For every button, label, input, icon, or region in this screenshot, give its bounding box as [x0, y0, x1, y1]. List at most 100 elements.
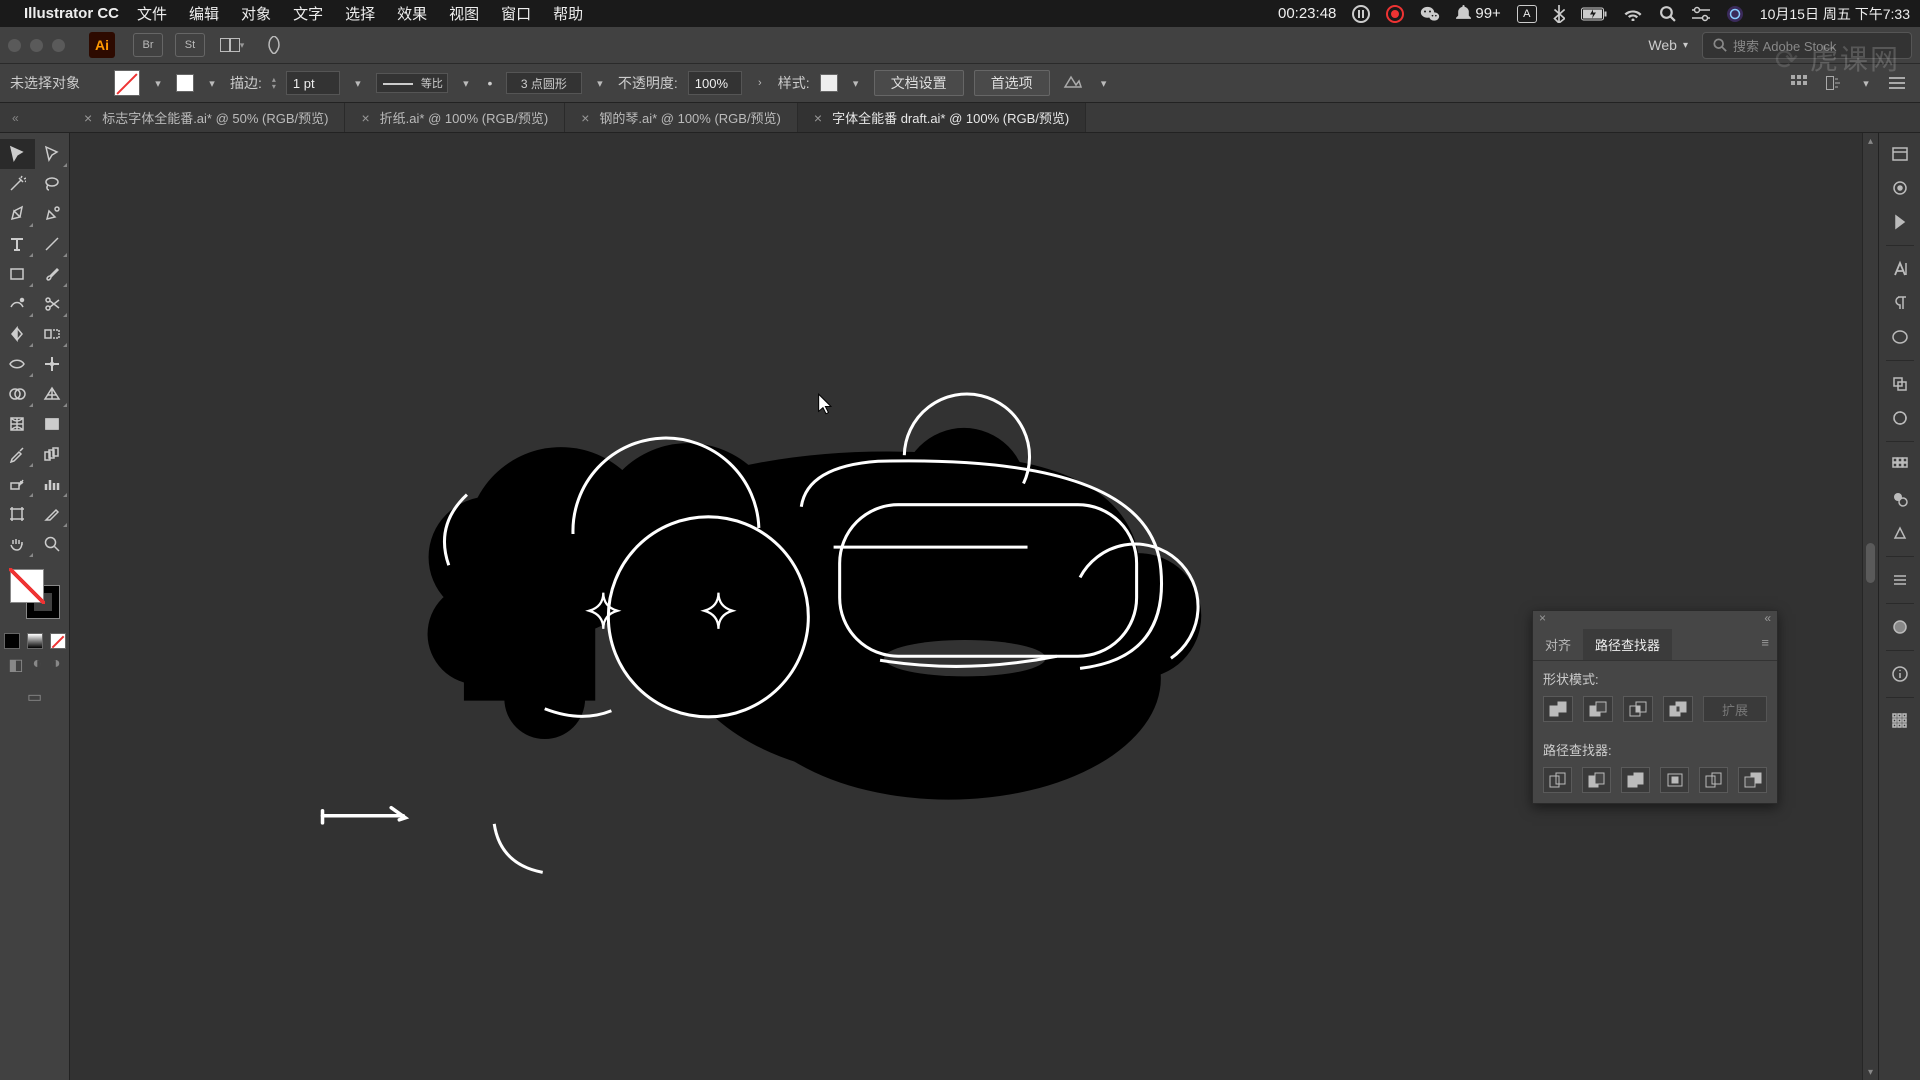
- input-source-icon[interactable]: A: [1517, 5, 1537, 23]
- exclude-button[interactable]: [1663, 696, 1693, 722]
- menu-view[interactable]: 视图: [449, 3, 479, 24]
- panel-menu-icon[interactable]: [1884, 70, 1910, 96]
- selection-tool[interactable]: [0, 139, 35, 169]
- menu-help[interactable]: 帮助: [553, 3, 583, 24]
- draw-behind-icon[interactable]: ◑: [51, 655, 61, 675]
- rectangle-tool[interactable]: [0, 259, 35, 289]
- window-traffic-lights[interactable]: [8, 39, 65, 52]
- swatches-panel-icon[interactable]: [1885, 450, 1915, 480]
- opentype-panel-icon[interactable]: [1885, 322, 1915, 352]
- essentials-grid-icon[interactable]: [1786, 70, 1812, 96]
- transform-panel-icon[interactable]: [1885, 369, 1915, 399]
- slice-tool[interactable]: [35, 499, 70, 529]
- doc-tab-3[interactable]: ×字体全能番 draft.ai* @ 100% (RGB/预览): [798, 103, 1086, 132]
- stroke-dropdown-icon[interactable]: ▾: [204, 77, 220, 90]
- close-tab-icon[interactable]: ×: [581, 110, 589, 126]
- menu-effect[interactable]: 效果: [397, 3, 427, 24]
- info-panel-icon[interactable]: [1885, 659, 1915, 689]
- align-panel-icon[interactable]: [1885, 706, 1915, 736]
- opacity-field[interactable]: 100%: [688, 71, 742, 95]
- brushes-panel-icon[interactable]: [1885, 484, 1915, 514]
- stroke-panel-icon[interactable]: [1885, 565, 1915, 595]
- record-dot-icon[interactable]: [1386, 5, 1404, 23]
- menu-type[interactable]: 文字: [293, 3, 323, 24]
- tab-pathfinder[interactable]: 路径查找器: [1583, 629, 1672, 660]
- bridge-icon[interactable]: Br: [133, 33, 163, 57]
- scroll-up-icon[interactable]: ▴: [1863, 133, 1878, 149]
- change-screen-mode[interactable]: ▭: [27, 687, 42, 707]
- appearance-panel-icon[interactable]: [1885, 403, 1915, 433]
- curvature-tool[interactable]: [35, 199, 70, 229]
- search-stock-input[interactable]: 搜索 Adobe Stock: [1702, 32, 1912, 59]
- control-center-icon[interactable]: [1692, 6, 1710, 22]
- color-mode-row[interactable]: [0, 633, 69, 649]
- menu-select[interactable]: 选择: [345, 3, 375, 24]
- gradient-tool[interactable]: [35, 409, 70, 439]
- lasso-tool[interactable]: [35, 169, 70, 199]
- panel-menu-icon[interactable]: ≡: [1753, 629, 1777, 660]
- document-setup-button[interactable]: 文档设置: [874, 70, 964, 96]
- tab-align[interactable]: 对齐: [1533, 629, 1583, 660]
- fill-dropdown-icon[interactable]: ▾: [150, 77, 166, 90]
- doc-tab-2[interactable]: ×钢的琴.ai* @ 100% (RGB/预览): [565, 103, 798, 132]
- pathfinder-panel[interactable]: ×« 对齐 路径查找器 ≡ 形状模式: 扩展 路径查找器:: [1532, 610, 1778, 804]
- screen-mode-icon[interactable]: ◧: [8, 655, 23, 675]
- wechat-icon[interactable]: [1420, 5, 1440, 23]
- intersect-button[interactable]: [1623, 696, 1653, 722]
- spotlight-icon[interactable]: [1659, 5, 1676, 22]
- pen-tool[interactable]: [0, 199, 35, 229]
- menu-object[interactable]: 对象: [241, 3, 271, 24]
- hand-tool[interactable]: [0, 529, 35, 559]
- transform-hud-icon[interactable]: [1822, 70, 1848, 96]
- wifi-icon[interactable]: [1623, 6, 1643, 21]
- close-tab-icon[interactable]: ×: [84, 110, 92, 126]
- width-tool[interactable]: [0, 349, 35, 379]
- perspective-tool[interactable]: [35, 379, 70, 409]
- clock-datetime[interactable]: 10月15日 周五 下午7:33: [1760, 4, 1910, 24]
- panel-close-icon[interactable]: ×: [1539, 611, 1546, 629]
- magic-wand-tool[interactable]: [0, 169, 35, 199]
- app-name[interactable]: Illustrator CC: [24, 5, 119, 22]
- divide-button[interactable]: [1543, 767, 1572, 793]
- battery-icon[interactable]: [1581, 7, 1607, 21]
- menu-window[interactable]: 窗口: [501, 3, 531, 24]
- artboard-tool[interactable]: [0, 499, 35, 529]
- properties-panel-icon[interactable]: [1885, 139, 1915, 169]
- preferences-button[interactable]: 首选项: [974, 70, 1050, 96]
- direct-selection-tool[interactable]: [35, 139, 70, 169]
- notification-icon[interactable]: 99+: [1456, 5, 1500, 22]
- crop-button[interactable]: [1660, 767, 1689, 793]
- close-tab-icon[interactable]: ×: [361, 110, 369, 126]
- reflect-tool[interactable]: [35, 319, 70, 349]
- stroke-weight-field[interactable]: 1 pt: [286, 71, 340, 95]
- brush-profile-dropdown[interactable]: 3 点圆形: [506, 72, 582, 94]
- arrange-docs-icon[interactable]: ▾: [217, 33, 247, 57]
- paragraph-panel-icon[interactable]: [1885, 288, 1915, 318]
- type-tool[interactable]: [0, 229, 35, 259]
- symbols-panel-icon[interactable]: [1885, 518, 1915, 548]
- stroke-swatch[interactable]: [176, 74, 194, 92]
- fill-stroke-control[interactable]: [0, 559, 69, 629]
- merge-button[interactable]: [1621, 767, 1650, 793]
- paintbrush-tool[interactable]: [35, 259, 70, 289]
- stroke-type-dropdown[interactable]: 等比: [376, 73, 448, 93]
- blend-tool[interactable]: [35, 439, 70, 469]
- doc-tab-0[interactable]: ×标志字体全能番.ai* @ 50% (RGB/预览): [68, 103, 345, 132]
- menu-edit[interactable]: 编辑: [189, 3, 219, 24]
- vertical-scrollbar[interactable]: ▴ ▾: [1862, 133, 1878, 1080]
- close-tab-icon[interactable]: ×: [814, 110, 822, 126]
- graphic-style-swatch[interactable]: [820, 74, 838, 92]
- libraries-panel-icon[interactable]: [1885, 207, 1915, 237]
- draw-mode-icon[interactable]: ◐: [32, 655, 42, 675]
- line-tool[interactable]: [35, 229, 70, 259]
- menu-file[interactable]: 文件: [137, 3, 167, 24]
- align-to-icon[interactable]: [1060, 70, 1086, 96]
- column-graph-tool[interactable]: [35, 469, 70, 499]
- shaper-tool[interactable]: [0, 289, 35, 319]
- zoom-tool[interactable]: [35, 529, 70, 559]
- symbol-sprayer-tool[interactable]: [0, 469, 35, 499]
- bluetooth-icon[interactable]: [1553, 5, 1565, 23]
- character-panel-icon[interactable]: [1885, 254, 1915, 284]
- outline-button[interactable]: [1699, 767, 1728, 793]
- doc-tab-1[interactable]: ×折纸.ai* @ 100% (RGB/预览): [345, 103, 565, 132]
